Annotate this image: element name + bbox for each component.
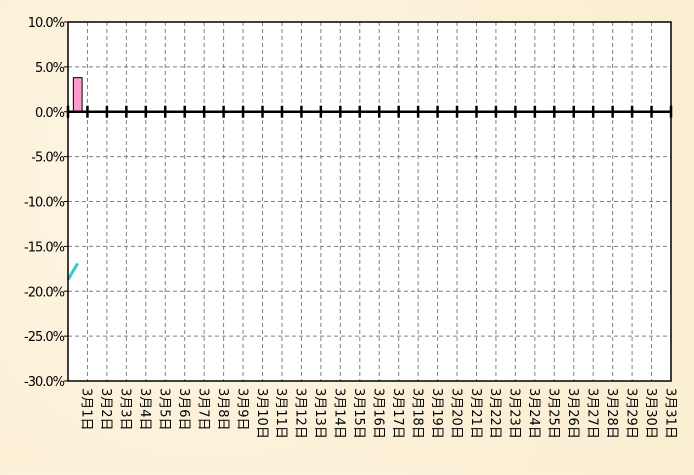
x-tick-label: 3月23日 <box>507 388 522 439</box>
x-tick-label: 3月16日 <box>371 388 386 439</box>
x-tick-label: 3月19日 <box>429 388 444 439</box>
x-tick-label: 3月9日 <box>234 388 249 431</box>
x-tick-label: 3月28日 <box>604 388 619 439</box>
x-tick-label: 3月6日 <box>176 388 191 431</box>
y-tick-label: 10.0% <box>28 16 65 31</box>
x-tick-label: 3月18日 <box>409 388 424 439</box>
x-tick-label: 3月7日 <box>195 388 210 431</box>
x-tick-label: 3月10日 <box>254 388 269 439</box>
y-tick-label: 0.0% <box>35 106 65 121</box>
x-tick-label: 3月22日 <box>487 388 502 439</box>
x-tick-label: 3月5日 <box>157 388 172 431</box>
x-tick-label: 3月8日 <box>215 388 230 431</box>
x-tick-label: 3月2日 <box>98 388 113 431</box>
x-tick-label: 3月17日 <box>390 388 405 439</box>
x-tick-label: 3月4日 <box>137 388 152 431</box>
x-tick-label: 3月30日 <box>643 388 658 439</box>
x-tick-label: 3月11日 <box>273 388 288 439</box>
x-tick-label: 3月31日 <box>662 388 677 439</box>
x-tick-label: 3月13日 <box>312 388 327 439</box>
x-tick-label: 3月20日 <box>448 388 463 439</box>
x-tick-label: 3月21日 <box>468 388 483 439</box>
y-tick-label: -25.0% <box>24 330 65 345</box>
y-tick-label: -30.0% <box>24 375 65 390</box>
chart: 10.0% 5.0% 0.0% -5.0% -10.0% -15.0% -20.0% -25.… <box>24 16 677 439</box>
y-tick-label: -15.0% <box>24 240 65 255</box>
x-tick-label: 3月3日 <box>118 388 133 431</box>
x-tick-label: 3月14日 <box>332 388 347 439</box>
x-tick-label: 3月12日 <box>293 388 308 439</box>
y-tick-label: -10.0% <box>24 196 65 211</box>
x-tick-label: 3月29日 <box>623 388 638 439</box>
x-tick-label: 3月24日 <box>526 388 541 439</box>
x-tick-label: 3月27日 <box>584 388 599 439</box>
y-tick-label: -20.0% <box>24 285 65 300</box>
y-tick-label: 5.0% <box>35 61 65 76</box>
y-tick-label: -5.0% <box>31 151 64 166</box>
x-tick-label: 3月26日 <box>565 388 580 439</box>
x-tick-label: 3月1日 <box>79 388 94 431</box>
bar <box>72 77 83 113</box>
x-tick-label: 3月15日 <box>351 388 366 439</box>
x-tick-label: 3月25日 <box>546 388 561 439</box>
